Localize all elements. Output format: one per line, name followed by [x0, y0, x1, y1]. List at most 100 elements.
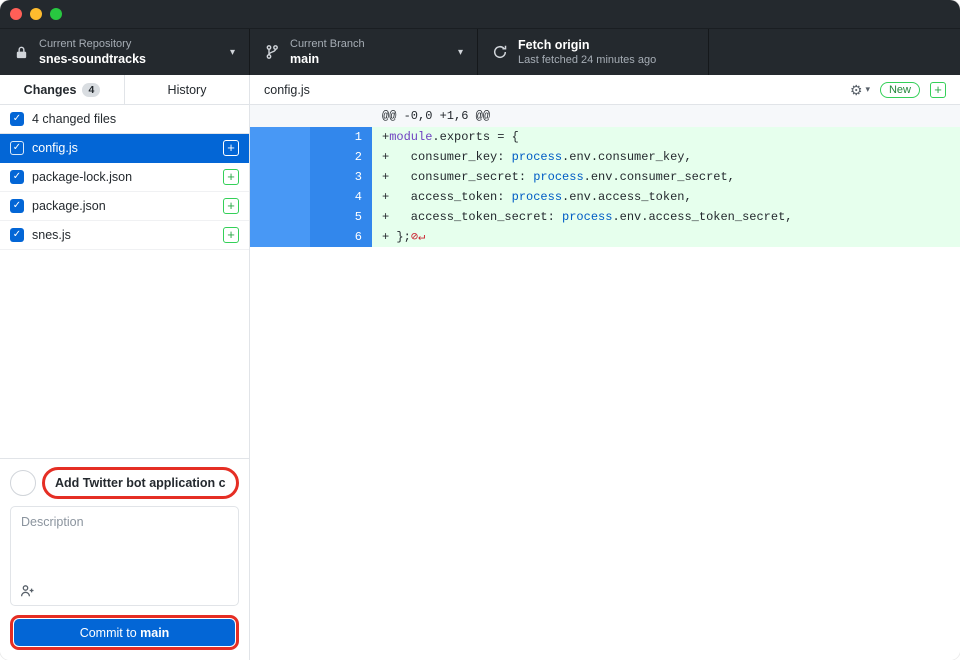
diff-gutter-new[interactable]: 4	[310, 187, 372, 207]
repository-label: Current Repository	[39, 37, 146, 51]
file-row[interactable]: ✓ package.json +	[0, 192, 249, 221]
diff-code: + };⊘↵	[372, 227, 960, 247]
code-segment: module	[389, 130, 432, 144]
hunk-header-text: @@ -0,0 +1,6 @@	[372, 105, 960, 127]
branch-name: main	[290, 51, 365, 67]
commit-description-box	[10, 506, 239, 606]
code-segment: + consumer_secret:	[382, 170, 533, 184]
code-segment: process	[562, 210, 612, 224]
diff-options-button[interactable]: ⚙ ▾	[850, 83, 870, 97]
lock-icon	[14, 45, 29, 60]
close-button[interactable]	[10, 8, 22, 20]
diff-gutter-old[interactable]	[250, 147, 310, 167]
diff-code: + access_token: process.env.access_token…	[372, 187, 960, 207]
tab-history-label: History	[168, 83, 207, 97]
diff-line[interactable]: 6+ };⊘↵	[250, 227, 960, 247]
content: Changes 4 History ✓ 4 changed files ✓ con…	[0, 75, 960, 660]
changed-files-summary-row: ✓ 4 changed files	[0, 105, 249, 134]
code-segment: + access_token:	[382, 190, 512, 204]
file-checkbox[interactable]: ✓	[10, 141, 24, 155]
tab-changes-label: Changes	[24, 83, 77, 97]
diff-gutter-new[interactable]: 5	[310, 207, 372, 227]
titlebar	[0, 0, 960, 28]
diff-gutter-new[interactable]: 1	[310, 127, 372, 147]
diff-file-header: config.js ⚙ ▾ New +	[250, 75, 960, 105]
gear-icon: ⚙	[850, 83, 863, 97]
file-name: package-lock.json	[32, 170, 132, 184]
diff-line[interactable]: 3 + consumer_secret: process.env.consumer…	[250, 167, 960, 187]
plus-square-icon[interactable]: +	[930, 82, 946, 98]
diff-gutter-old[interactable]	[250, 227, 310, 247]
commit-description-input[interactable]	[11, 507, 238, 579]
plus-icon[interactable]: +	[223, 140, 239, 156]
file-list: ✓ config.js + ✓ package-lock.json + ✓ package.j…	[0, 134, 249, 458]
commit-summary-row	[10, 467, 239, 499]
file-row[interactable]: ✓ config.js +	[0, 134, 249, 163]
code-segment: process	[512, 190, 562, 204]
branch-picker[interactable]: Current Branch main ▾	[250, 29, 478, 75]
diff-gutter-new[interactable]: 6	[310, 227, 372, 247]
code-segment: process	[512, 150, 562, 164]
code-segment: .env.access_token_secret,	[612, 210, 792, 224]
zoom-button[interactable]	[50, 8, 62, 20]
app-window: Current Repository snes-soundtracks ▾ Cu…	[0, 0, 960, 660]
avatar	[10, 470, 36, 496]
file-name: package.json	[32, 199, 106, 213]
code-segment: .env.consumer_secret,	[584, 170, 735, 184]
commit-area: Commit to main	[0, 458, 249, 660]
file-row[interactable]: ✓ package-lock.json +	[0, 163, 249, 192]
diff-line[interactable]: 5 + access_token_secret: process.env.acce…	[250, 207, 960, 227]
code-segment: + consumer_key:	[382, 150, 512, 164]
minimize-button[interactable]	[30, 8, 42, 20]
diff-gutter-new[interactable]: 3	[310, 167, 372, 187]
diff-gutter-new[interactable]: 2	[310, 147, 372, 167]
commit-button-branch: main	[140, 626, 169, 640]
toolbar: Current Repository snes-soundtracks ▾ Cu…	[0, 28, 960, 75]
file-row[interactable]: ✓snes.js+	[0, 221, 249, 250]
fetch-origin-button[interactable]: Fetch origin Last fetched 24 minutes ago	[478, 29, 709, 75]
diff-code: + consumer_key: process.env.consumer_key…	[372, 147, 960, 167]
commit-summary-input[interactable]	[45, 470, 236, 496]
repository-picker[interactable]: Current Repository snes-soundtracks ▾	[0, 29, 250, 75]
diff-line[interactable]: 2+ consumer_key: process.env.consumer_ke…	[250, 147, 960, 167]
plus-icon[interactable]: +	[223, 198, 239, 214]
hunk-gutter	[250, 105, 310, 127]
branch-icon	[264, 44, 280, 60]
diff-gutter-old[interactable]	[250, 167, 310, 187]
branch-label: Current Branch	[290, 37, 365, 51]
diff-gutter-old[interactable]	[250, 207, 310, 227]
diff-line[interactable]: 4+ access_token: process.env.access_toke…	[250, 187, 960, 207]
code-segment: .env.consumer_key,	[562, 150, 692, 164]
file-checkbox[interactable]: ✓	[10, 228, 24, 242]
code-segment: .exports = {	[432, 130, 518, 144]
file-name: config.js	[32, 141, 78, 155]
sidebar: Changes 4 History ✓ 4 changed files ✓ con…	[0, 75, 250, 660]
code-segment: ⊘↵	[411, 230, 425, 244]
changes-count-badge: 4	[82, 83, 100, 97]
main-panel: config.js ⚙ ▾ New + @@ -0,0 +1,6 @@1+mod…	[250, 75, 960, 660]
add-coauthor-icon[interactable]	[19, 583, 35, 599]
code-segment: process	[533, 170, 583, 184]
diff-code: +module.exports = {	[372, 127, 960, 147]
fetch-subtitle: Last fetched 24 minutes ago	[518, 53, 656, 67]
code-segment: .env.access_token,	[562, 190, 692, 204]
diff-gutter-old[interactable]	[250, 187, 310, 207]
tab-history[interactable]: History	[125, 75, 249, 104]
file-checkbox[interactable]: ✓	[10, 199, 24, 213]
diff-gutter-old[interactable]	[250, 127, 310, 147]
chevron-down-icon: ▾	[222, 47, 235, 58]
diff-view: @@ -0,0 +1,6 @@1+module.exports = {2+ co…	[250, 105, 960, 660]
plus-icon[interactable]: +	[223, 169, 239, 185]
code-segment: + access_token_secret:	[382, 210, 562, 224]
hunk-gutter	[310, 105, 372, 127]
select-all-checkbox[interactable]: ✓	[10, 112, 24, 126]
annotation-highlight-commit-button: Commit to main	[10, 615, 239, 650]
plus-icon[interactable]: +	[223, 227, 239, 243]
diff-line[interactable]: 1+module.exports = {	[250, 127, 960, 147]
fetch-title: Fetch origin	[518, 37, 656, 53]
hunk-header-row: @@ -0,0 +1,6 @@	[250, 105, 960, 127]
tab-changes[interactable]: Changes 4	[0, 75, 125, 104]
commit-button[interactable]: Commit to main	[14, 619, 235, 646]
file-checkbox[interactable]: ✓	[10, 170, 24, 184]
chevron-down-icon: ▾	[865, 84, 870, 95]
